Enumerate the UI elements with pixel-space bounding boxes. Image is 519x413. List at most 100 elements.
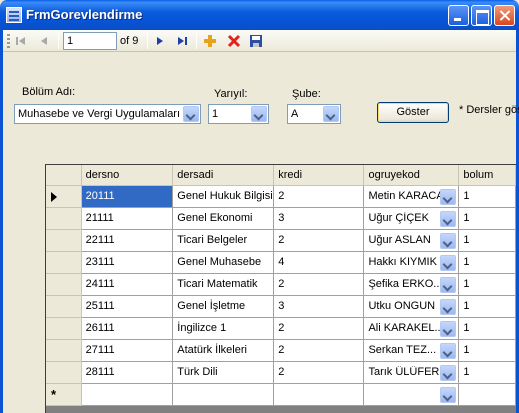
row-header[interactable] bbox=[46, 361, 82, 384]
chevron-down-icon[interactable] bbox=[440, 320, 457, 337]
chevron-down-icon[interactable] bbox=[323, 106, 339, 122]
new-row[interactable]: * bbox=[46, 383, 516, 406]
cell-dersadi[interactable]: Genel Ekonomi bbox=[172, 207, 275, 230]
move-next-icon[interactable] bbox=[153, 34, 167, 48]
cell-dersno[interactable]: 23111 bbox=[81, 251, 174, 274]
table-row[interactable]: 24111 Ticari Matematik 2 Şefika ERKO... … bbox=[46, 273, 516, 296]
cell-dersno[interactable]: 27111 bbox=[81, 339, 174, 362]
cell-ogruyekod[interactable]: Serkan TEZ... bbox=[363, 339, 460, 362]
yariyil-combobox[interactable]: 1 bbox=[208, 104, 269, 124]
toolbar-grip[interactable] bbox=[7, 34, 10, 48]
cell-bolum[interactable]: 1 bbox=[458, 295, 516, 318]
row-header[interactable] bbox=[46, 317, 82, 340]
cell-kredi[interactable]: 2 bbox=[273, 339, 365, 362]
column-header-dersadi[interactable]: dersadi bbox=[172, 165, 275, 186]
move-previous-icon[interactable] bbox=[37, 34, 51, 48]
close-button[interactable] bbox=[494, 5, 515, 26]
chevron-down-icon[interactable] bbox=[440, 232, 457, 249]
chevron-down-icon[interactable] bbox=[440, 386, 457, 403]
cell-kredi[interactable] bbox=[273, 383, 365, 406]
goster-button[interactable]: Göster bbox=[377, 102, 449, 123]
cell-dersno[interactable]: 25111 bbox=[81, 295, 174, 318]
chevron-down-icon[interactable] bbox=[440, 298, 457, 315]
add-new-icon[interactable] bbox=[203, 34, 217, 48]
cell-dersno[interactable]: 26111 bbox=[81, 317, 174, 340]
cell-dersadi[interactable]: Ticari Matematik bbox=[172, 273, 275, 296]
save-icon[interactable] bbox=[249, 34, 263, 48]
cell-bolum[interactable]: 1 bbox=[458, 361, 516, 384]
chevron-down-icon[interactable] bbox=[440, 276, 457, 293]
grid-corner-header[interactable] bbox=[46, 165, 82, 186]
cell-bolum[interactable]: 1 bbox=[458, 339, 516, 362]
row-header[interactable] bbox=[46, 207, 82, 230]
table-row[interactable]: 28111 Türk Dili 2 Tarık ÜLÜFER 1 bbox=[46, 361, 516, 384]
cell-kredi[interactable]: 2 bbox=[273, 317, 365, 340]
cell-dersadi[interactable]: Türk Dili bbox=[172, 361, 275, 384]
cell-bolum[interactable]: 1 bbox=[458, 207, 516, 230]
column-header-bolum[interactable]: bolum bbox=[458, 165, 516, 186]
table-row[interactable]: 21111 Genel Ekonomi 3 Uğur ÇİÇEK 1 bbox=[46, 207, 516, 230]
column-header-ogruyekod[interactable]: ogruyekod bbox=[363, 165, 460, 186]
column-header-dersno[interactable]: dersno bbox=[81, 165, 174, 186]
chevron-down-icon[interactable] bbox=[440, 210, 457, 227]
column-header-kredi[interactable]: kredi bbox=[273, 165, 365, 186]
cell-dersadi[interactable]: Ticari Belgeler bbox=[172, 229, 275, 252]
cell-kredi[interactable]: 2 bbox=[273, 229, 365, 252]
cell-ogruyekod[interactable]: Tarık ÜLÜFER bbox=[363, 361, 460, 384]
cell-ogruyekod[interactable]: Uğur ÇİÇEK bbox=[363, 207, 460, 230]
dersler-grid[interactable]: dersno dersadi kredi ogruyekod bolum 201… bbox=[45, 164, 516, 413]
cell-ogruyekod[interactable]: Metin KARACA bbox=[363, 185, 460, 208]
row-header[interactable]: * bbox=[46, 383, 82, 406]
chevron-down-icon[interactable] bbox=[440, 254, 457, 271]
cell-bolum[interactable]: 1 bbox=[458, 251, 516, 274]
chevron-down-icon[interactable] bbox=[440, 364, 457, 381]
sube-combobox[interactable]: A bbox=[287, 104, 341, 124]
cell-kredi[interactable]: 4 bbox=[273, 251, 365, 274]
row-header[interactable] bbox=[46, 295, 82, 318]
cell-kredi[interactable]: 2 bbox=[273, 185, 365, 208]
cell-dersadi[interactable]: İngilizce 1 bbox=[172, 317, 275, 340]
bolum-combobox[interactable]: Muhasebe ve Vergi Uygulamaları bbox=[14, 104, 201, 124]
cell-dersadi[interactable]: Genel Muhasebe bbox=[172, 251, 275, 274]
table-row[interactable]: 20111 Genel Hukuk Bilgisi 2 Metin KARACA… bbox=[46, 185, 516, 208]
delete-icon[interactable] bbox=[227, 34, 241, 48]
cell-bolum[interactable]: 1 bbox=[458, 229, 516, 252]
cell-kredi[interactable]: 2 bbox=[273, 361, 365, 384]
cell-bolum[interactable]: 1 bbox=[458, 317, 516, 340]
row-header[interactable] bbox=[46, 273, 82, 296]
cell-ogruyekod[interactable]: Ali KARAKEL... bbox=[363, 317, 460, 340]
row-header[interactable] bbox=[46, 251, 82, 274]
row-header[interactable] bbox=[46, 339, 82, 362]
cell-dersno[interactable]: 21111 bbox=[81, 207, 174, 230]
move-first-icon[interactable] bbox=[14, 34, 28, 48]
cell-dersno[interactable]: 28111 bbox=[81, 361, 174, 384]
move-last-icon[interactable] bbox=[175, 34, 189, 48]
cell-dersadi[interactable]: Genel Hukuk Bilgisi bbox=[172, 185, 275, 208]
cell-ogruyekod[interactable]: Utku ONGUN bbox=[363, 295, 460, 318]
cell-dersadi[interactable]: Genel İşletme bbox=[172, 295, 275, 318]
cell-dersadi[interactable] bbox=[172, 383, 275, 406]
cell-kredi[interactable]: 2 bbox=[273, 273, 365, 296]
cell-dersno[interactable]: 22111 bbox=[81, 229, 174, 252]
cell-dersno[interactable]: 20111 bbox=[81, 185, 174, 208]
cell-ogruyekod[interactable]: Uğur ASLAN bbox=[363, 229, 460, 252]
table-row[interactable]: 27111 Atatürk İlkeleri 2 Serkan TEZ... 1 bbox=[46, 339, 516, 362]
maximize-button[interactable] bbox=[471, 5, 492, 26]
table-row[interactable]: 26111 İngilizce 1 2 Ali KARAKEL... 1 bbox=[46, 317, 516, 340]
minimize-button[interactable] bbox=[448, 5, 469, 26]
cell-bolum[interactable]: 1 bbox=[458, 185, 516, 208]
cell-kredi[interactable]: 3 bbox=[273, 207, 365, 230]
table-row[interactable]: 22111 Ticari Belgeler 2 Uğur ASLAN 1 bbox=[46, 229, 516, 252]
table-row[interactable]: 23111 Genel Muhasebe 4 Hakkı KIYMIK 1 bbox=[46, 251, 516, 274]
cell-ogruyekod[interactable]: Şefika ERKO... bbox=[363, 273, 460, 296]
chevron-down-icon[interactable] bbox=[183, 106, 199, 122]
cell-bolum[interactable] bbox=[458, 383, 516, 406]
title-bar[interactable]: FrmGorevlendirme bbox=[0, 0, 519, 30]
cell-ogruyekod[interactable]: Hakkı KIYMIK bbox=[363, 251, 460, 274]
chevron-down-icon[interactable] bbox=[440, 188, 457, 205]
table-row[interactable]: 25111 Genel İşletme 3 Utku ONGUN 1 bbox=[46, 295, 516, 318]
position-input[interactable] bbox=[63, 32, 117, 50]
cell-dersno[interactable]: 24111 bbox=[81, 273, 174, 296]
row-header[interactable] bbox=[46, 229, 82, 252]
cell-dersno[interactable] bbox=[81, 383, 174, 406]
